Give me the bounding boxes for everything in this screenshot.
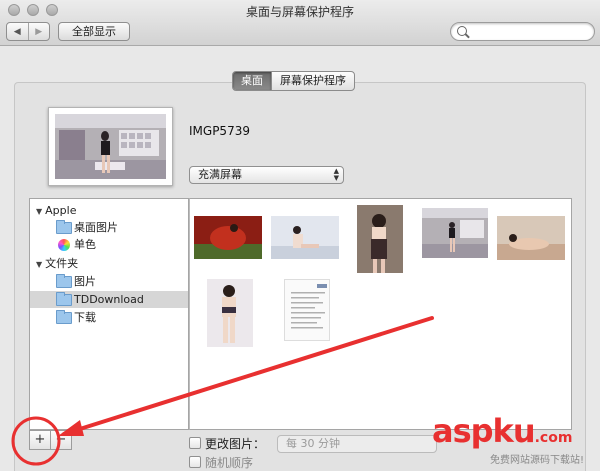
watermark-brand-a: asp: [432, 412, 494, 450]
annotation-circle: [11, 416, 61, 466]
annotation-arrowhead: [58, 420, 84, 436]
watermark-logo: aspku.com: [432, 412, 572, 450]
annotation-arrow-line: [62, 316, 434, 436]
watermark-subtitle: 免费网站源码下载站!: [490, 455, 585, 466]
annotation-overlay: [11, 316, 434, 466]
watermark-brand-b: ku: [492, 412, 536, 450]
watermark-brand-c: .com: [534, 430, 573, 446]
